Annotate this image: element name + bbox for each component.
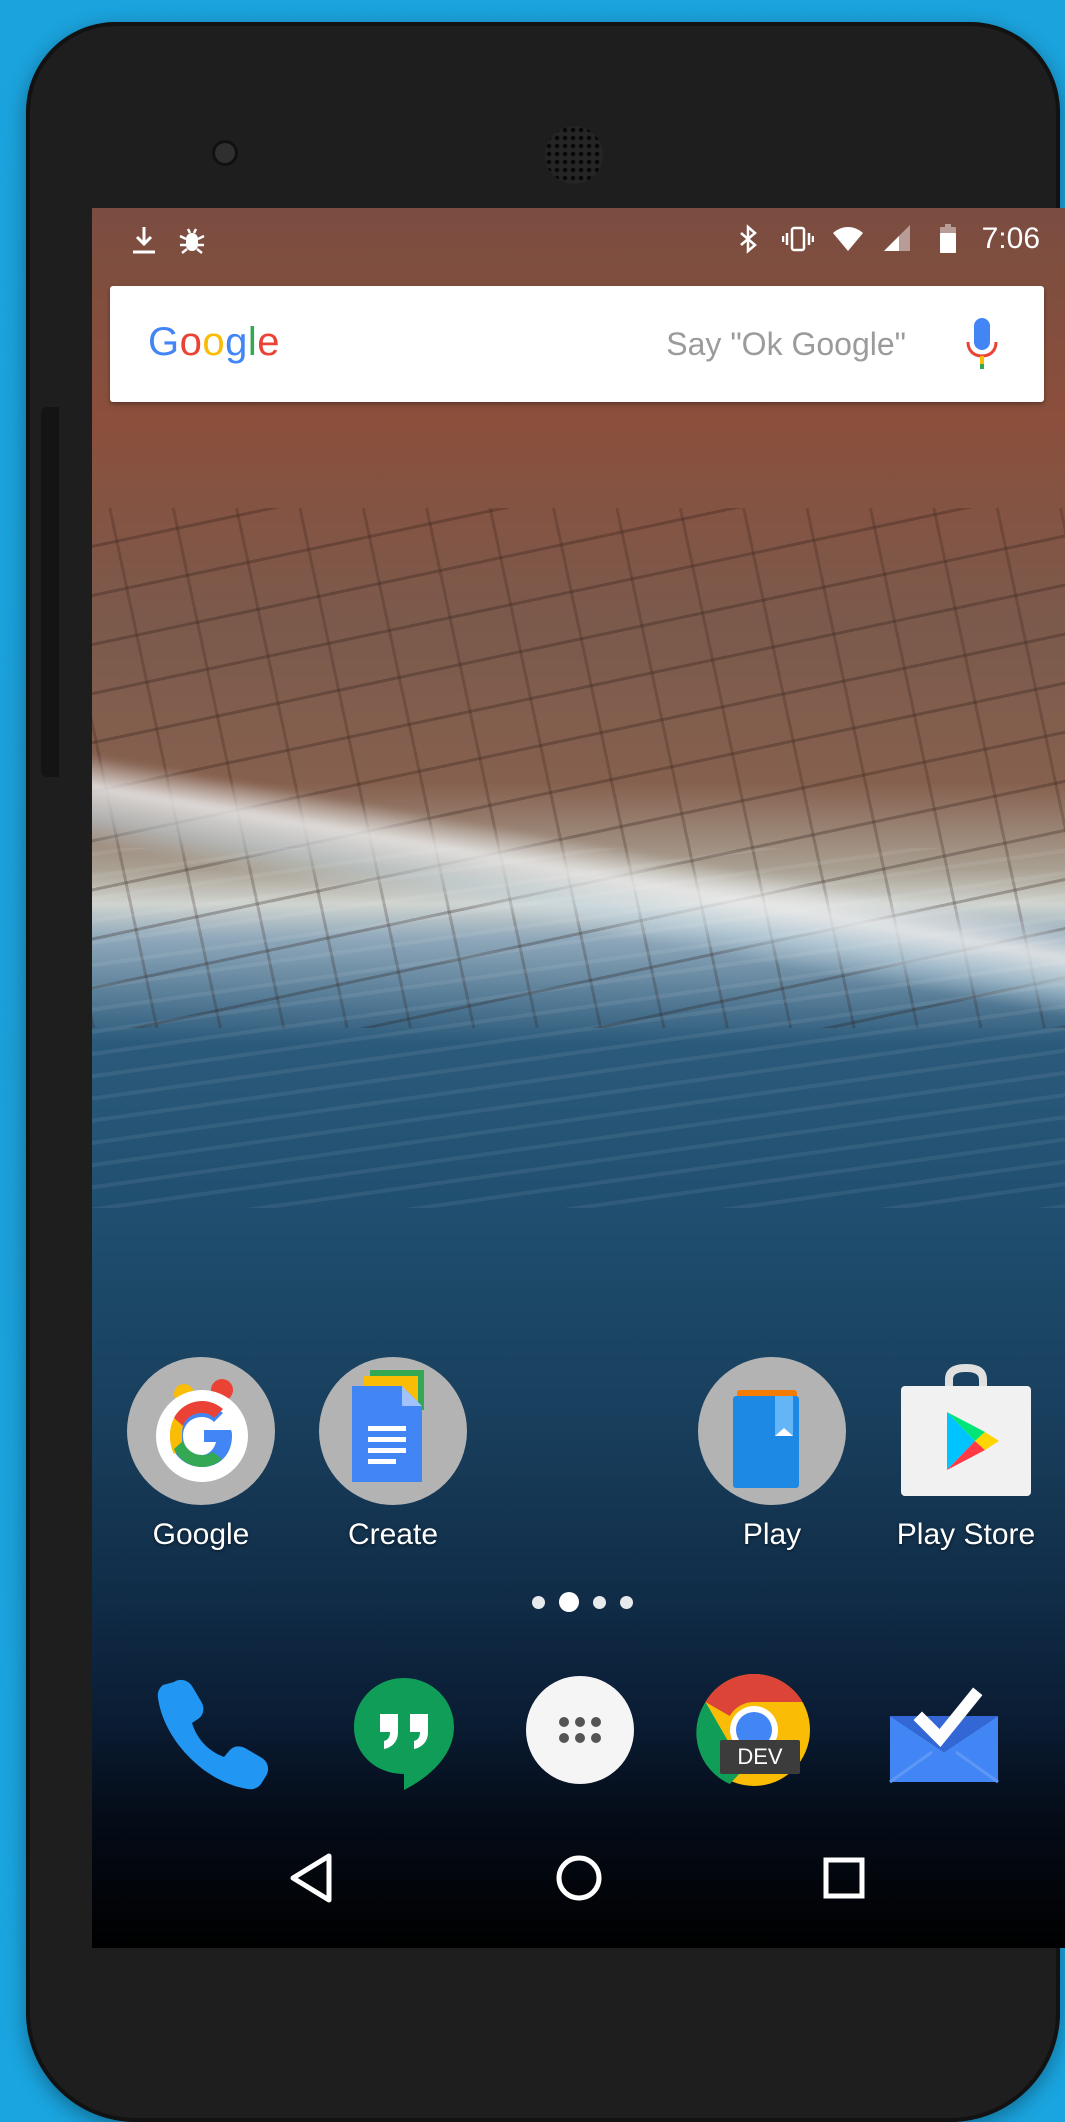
app-label: Google <box>152 1518 250 1551</box>
front-camera <box>212 140 238 166</box>
power-button <box>41 407 59 777</box>
battery-icon <box>939 224 956 253</box>
app-label: Create <box>347 1518 439 1551</box>
hangouts-icon[interactable] <box>342 1668 466 1792</box>
back-icon[interactable] <box>283 1848 343 1908</box>
download-icon <box>133 227 155 254</box>
phone-body: 7:06 Google Say "Ok Google" Google Creat… <box>26 22 1065 2122</box>
bug-icon <box>179 228 205 254</box>
page-dot <box>532 1595 545 1609</box>
dev-badge: DEV <box>737 1744 783 1769</box>
google-folder-icon <box>126 1356 276 1506</box>
play-folder-icon <box>697 1356 847 1506</box>
home-icon[interactable] <box>549 1848 609 1908</box>
google-logo: Google <box>148 320 281 364</box>
bluetooth-icon <box>739 224 757 254</box>
vibrate-icon <box>781 226 814 252</box>
inbox-icon[interactable] <box>882 1668 1006 1792</box>
app-create[interactable]: Create <box>313 1356 473 1552</box>
wifi-icon <box>832 227 863 251</box>
phone-icon[interactable] <box>152 1668 276 1792</box>
chrome-dev-icon[interactable]: DEV <box>692 1668 816 1792</box>
app-drawer-icon[interactable] <box>518 1668 642 1792</box>
status-bar: 7:06 <box>92 208 1065 278</box>
app-label: Play Store <box>896 1518 1036 1551</box>
page-dot <box>593 1595 606 1609</box>
app-play-store[interactable]: Play Store <box>886 1356 1046 1552</box>
navigation-bar <box>92 1818 1065 1948</box>
play-store-icon <box>891 1356 1041 1506</box>
recents-icon[interactable] <box>814 1848 874 1908</box>
signal-icon <box>883 225 910 251</box>
create-folder-icon <box>318 1356 468 1506</box>
page-dot <box>620 1595 633 1609</box>
home-screen: 7:06 Google Say "Ok Google" Google Creat… <box>92 208 1065 1948</box>
google-search-bar[interactable]: Google Say "Ok Google" <box>110 286 1044 402</box>
app-play[interactable]: Play <box>692 1356 852 1552</box>
app-google[interactable]: Google <box>121 1356 281 1552</box>
earpiece-speaker <box>545 126 603 184</box>
wallpaper-surf <box>92 753 1065 1023</box>
page-indicator <box>532 1592 633 1612</box>
app-label: Play <box>742 1518 802 1551</box>
mic-icon[interactable] <box>964 316 1000 372</box>
clock: 7:06 <box>981 222 1040 255</box>
page-dot-active <box>559 1592 579 1612</box>
search-hint: Say "Ok Google" <box>666 326 906 362</box>
